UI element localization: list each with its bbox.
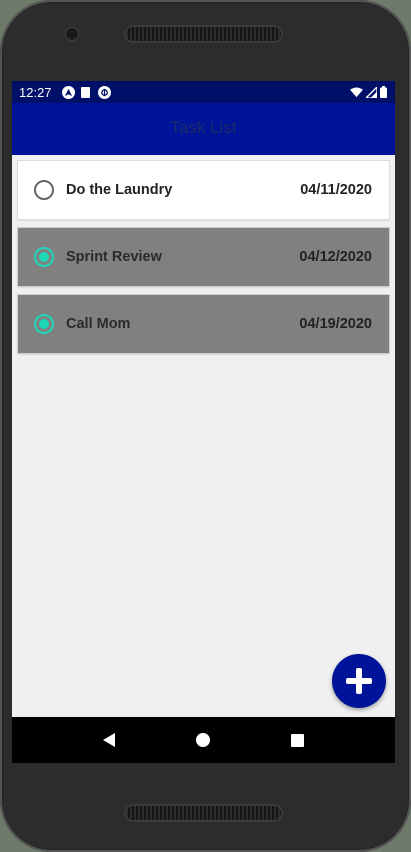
status-time: 12:27 [19, 84, 52, 100]
task-list: Do the Laundry 04/11/2020 Sprint Review … [18, 161, 389, 362]
plus-icon [346, 668, 372, 694]
task-name: Call Mom [66, 316, 131, 332]
android-auto-icon [61, 85, 75, 99]
status-right-icons [350, 86, 387, 98]
task-date: 04/11/2020 [300, 182, 372, 198]
bottom-speaker [126, 806, 281, 820]
recents-button[interactable] [283, 725, 313, 755]
phone-frame: 12:27 Task List Do the Laundry 04/11/202… [0, 0, 411, 852]
recents-icon [291, 733, 305, 747]
front-camera [66, 28, 78, 40]
task-radio[interactable] [34, 180, 54, 200]
top-speaker [126, 27, 281, 41]
home-button[interactable] [188, 725, 218, 755]
signal-icon [366, 86, 377, 98]
wifi-icon [350, 86, 363, 97]
navigation-bar [12, 717, 395, 763]
back-button[interactable] [94, 725, 124, 755]
sync-icon [97, 85, 111, 99]
task-card[interactable]: Do the Laundry 04/11/2020 [18, 161, 389, 219]
back-icon [103, 733, 116, 747]
task-date: 04/19/2020 [299, 316, 372, 332]
status-bar: 12:27 [12, 81, 395, 103]
task-date: 04/12/2020 [299, 249, 372, 265]
add-task-button[interactable] [332, 654, 386, 708]
battery-icon [380, 86, 387, 98]
task-radio[interactable] [34, 247, 54, 267]
screen: 12:27 Task List Do the Laundry 04/11/202… [12, 81, 395, 763]
home-icon [196, 733, 211, 747]
task-card[interactable]: Sprint Review 04/12/2020 [18, 228, 389, 286]
task-card[interactable]: Call Mom 04/19/2020 [18, 295, 389, 353]
task-radio[interactable] [34, 314, 54, 334]
sd-card-icon [80, 86, 90, 98]
app-bar: Task List [12, 103, 395, 155]
task-name: Sprint Review [66, 249, 162, 265]
page-title: Task List [170, 117, 237, 137]
task-name: Do the Laundry [66, 182, 173, 198]
